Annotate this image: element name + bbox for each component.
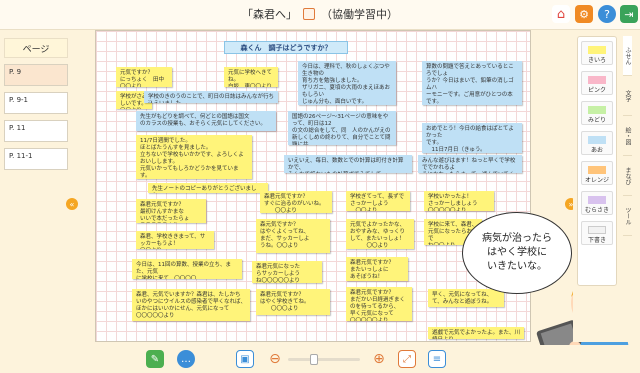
draft-swatch xyxy=(588,226,606,234)
tab-tools[interactable]: ツール xyxy=(623,196,632,236)
purple-swatch xyxy=(588,196,606,204)
tool-label: むらさき xyxy=(584,207,609,214)
sticky-note[interactable]: 森君元気ですか？ まだかい日経過ぎまく のを待ってるから、 早く元気になって 〇… xyxy=(346,287,412,321)
sticky-note[interactable]: 先生がもどりを調べて、何どとの国語は国文 のカラスの授業も、おそらく元気にしてく… xyxy=(136,111,276,131)
page-item[interactable]: P. 11-1 xyxy=(4,148,68,170)
sticky-note[interactable]: 先生ノートのコピーありがとうございました。 xyxy=(148,183,268,193)
sticky-orange-tool[interactable]: オレンジ xyxy=(581,161,613,185)
zoom-in-icon[interactable]: ⊕ xyxy=(370,350,388,368)
tab-sticky[interactable]: ふせん xyxy=(623,36,632,76)
collapse-left-icon[interactable]: « xyxy=(66,198,78,210)
sticky-note[interactable]: 11/7日週間でした。 ほとばたうんすを見ました。 立ちないで学校もいかかです、… xyxy=(136,135,252,179)
sticky-note[interactable]: 国語の26ページ～31ページの意味をやって、町日は12 の文の総合をして、同 人… xyxy=(288,111,396,145)
sticky-color-palette: きいろ ピンク みどり あお オレンジ むらさき 下書き xyxy=(577,36,617,286)
sticky-note[interactable]: 元気ですか？ にっちょく 田中〇〇より xyxy=(116,67,172,87)
sticky-tool-panel: きいろ ピンク みどり あお オレンジ むらさき 下書き ふせん 文字 絵・図 … xyxy=(573,30,640,342)
yellow-swatch xyxy=(588,46,606,54)
sticky-note[interactable]: 算数の問題で答えとあっているところでしょ うか？今日はまいで、鉛筆の消しゴムハ … xyxy=(422,61,522,105)
sticky-note[interactable]: 元気に学校へきてね。 白坂 東〇〇より xyxy=(224,67,278,87)
tool-label: あお xyxy=(590,147,603,154)
zoom-out-icon[interactable]: ⊖ xyxy=(266,350,284,368)
chat-icon[interactable]: … xyxy=(177,350,195,368)
sticky-note[interactable]: いえいえ、毎日、数数とでの計算は町付き計算かで、 みんなで紙ないもの計算ボでみて… xyxy=(284,155,412,173)
tool-label: きいろ xyxy=(587,57,606,64)
sticky-note[interactable]: 森君元気ですか？ すぐに治るのがいいね。 〇〇より xyxy=(260,191,332,213)
sticky-note[interactable]: 早く、元気になってね、 て、みんなと遊ぼうね。 xyxy=(428,289,504,307)
tool-label: オレンジ xyxy=(584,177,609,184)
zoom-slider[interactable] xyxy=(288,354,360,365)
sticky-note[interactable]: 森君元気ですか？ はやく学校きてね。 〇〇〇より xyxy=(256,289,330,315)
page-item[interactable]: P. 11 xyxy=(4,120,68,142)
sticky-note[interactable]: みんな遊びはます！ねっと早くで学校ででかれるよ うになかったらまって、遊んでいて… xyxy=(418,155,522,173)
collaboration-mode-label: （協働学習中） xyxy=(321,8,398,21)
sticky-note[interactable]: 遊戯で元気でよかったよ。また、川崎日より xyxy=(428,327,524,339)
sticky-note[interactable]: 学校のきのうのことで、町日の日誌はみんなが行ち込えいました。 xyxy=(144,91,278,103)
blue-swatch xyxy=(588,136,606,144)
orange-swatch xyxy=(588,166,606,174)
green-swatch xyxy=(588,106,606,114)
layers-icon[interactable]: ≡ xyxy=(428,350,446,368)
notebook-icon[interactable]: ✎ xyxy=(146,350,164,368)
tab-drawing[interactable]: 絵・図 xyxy=(623,116,632,156)
sticky-draft-tool[interactable]: 下書き xyxy=(581,221,613,245)
sticky-note[interactable]: 今日は、11回の算数、授業の立ち、また、元気 に学校に来て、〇〇〇〇 xyxy=(132,259,242,279)
board-heading: 森くん 調子はどうですか？ xyxy=(224,41,348,54)
page-panel: ページ P. 9 P. 9-1 P. 11 P. 11-1 xyxy=(0,30,72,340)
tab-text[interactable]: 文字 xyxy=(623,76,632,116)
sticky-note[interactable]: 今日は、理科で、秋のしょくぶつや生き物の 育ち方を勉強しました。 ザリガニ、夏頃… xyxy=(298,61,396,105)
sticky-note[interactable]: 森君、元気でいますか？森君は、たしかち いのやつにウイルスの感染者で早くなれば、… xyxy=(132,289,250,321)
tool-label: ピンク xyxy=(587,87,606,94)
sticky-pink-tool[interactable]: ピンク xyxy=(581,71,613,95)
bottom-toolbar: ✎ … ▣ ⊖ ⊕ ⤢ ≡ xyxy=(0,345,640,373)
page-item[interactable]: P. 9 xyxy=(4,64,68,86)
sticky-note[interactable]: 森君、学校ききまって、サッカーもうよ！ 〇〇より xyxy=(136,231,214,249)
sticky-note[interactable]: 森君元気になった らサッカーしよう ね〇〇〇〇〇より xyxy=(252,261,322,283)
tool-label: みどり xyxy=(587,117,606,124)
sticky-note[interactable]: 学校ぎてって、長ずで さっかーしよう 〇〇より xyxy=(346,191,410,211)
settings-icon[interactable]: ⚙ xyxy=(575,5,593,23)
fit-icon[interactable]: ⤢ xyxy=(398,350,416,368)
sticky-purple-tool[interactable]: むらさき xyxy=(581,191,613,215)
sticky-note[interactable]: 森君元気ですか？ またいっしょに あそぼうね！ xyxy=(346,257,408,281)
sticky-note[interactable]: 森元気ですか？ はやくよくってね、 まだ、サッカーしよ うね。〇〇より xyxy=(256,219,330,253)
sticky-note[interactable]: 学校いかったよ！ さっかーしましょう 〇〇〇〇〇より xyxy=(424,191,494,211)
page-panel-header: ページ xyxy=(4,38,68,58)
tab-learning[interactable]: まなび xyxy=(623,156,632,196)
sticky-note[interactable]: 森君元気ですか？ 最初けんすかまな いいで本だったらょ 〇〇〇〇〇より xyxy=(136,199,206,223)
sticky-note[interactable]: おめでとう！今日の給食はぱとてよかった です。 11日7月日（きゅう。 xyxy=(422,123,522,153)
page-item[interactable]: P. 9-1 xyxy=(4,92,68,114)
pink-swatch xyxy=(588,76,606,84)
title-text: 「森君へ」 xyxy=(242,8,297,21)
side-tabs: ふせん 文字 絵・図 まなび ツール xyxy=(623,36,640,246)
exit-icon[interactable]: ⇥ xyxy=(620,5,638,23)
document-title: 「森君へ」 （協働学習中） xyxy=(0,0,640,28)
help-icon[interactable]: ? xyxy=(598,5,616,23)
photo-icon[interactable]: ▣ xyxy=(236,350,254,368)
whiteboard-canvas[interactable]: 森くん 調子はどうですか？ 元気ですか？ にっちょく 田中〇〇より 元気に学校へ… xyxy=(95,30,531,342)
top-bar: 「森君へ」 （協働学習中） ⌂ ⚙ ? ⇥ xyxy=(0,0,640,30)
sticky-blue-tool[interactable]: あお xyxy=(581,131,613,155)
image-icon[interactable] xyxy=(303,8,315,20)
sticky-yellow-tool[interactable]: きいろ xyxy=(581,41,613,65)
sticky-green-tool[interactable]: みどり xyxy=(581,101,613,125)
sticky-note[interactable]: 元気でよかったかな、 おやすみな、ゆっくり して、またいっしょ！ 〇〇より xyxy=(346,219,414,249)
tool-label: 下書き xyxy=(587,237,606,244)
zoom-slider-handle[interactable] xyxy=(310,354,318,365)
home-icon[interactable]: ⌂ xyxy=(552,5,570,23)
